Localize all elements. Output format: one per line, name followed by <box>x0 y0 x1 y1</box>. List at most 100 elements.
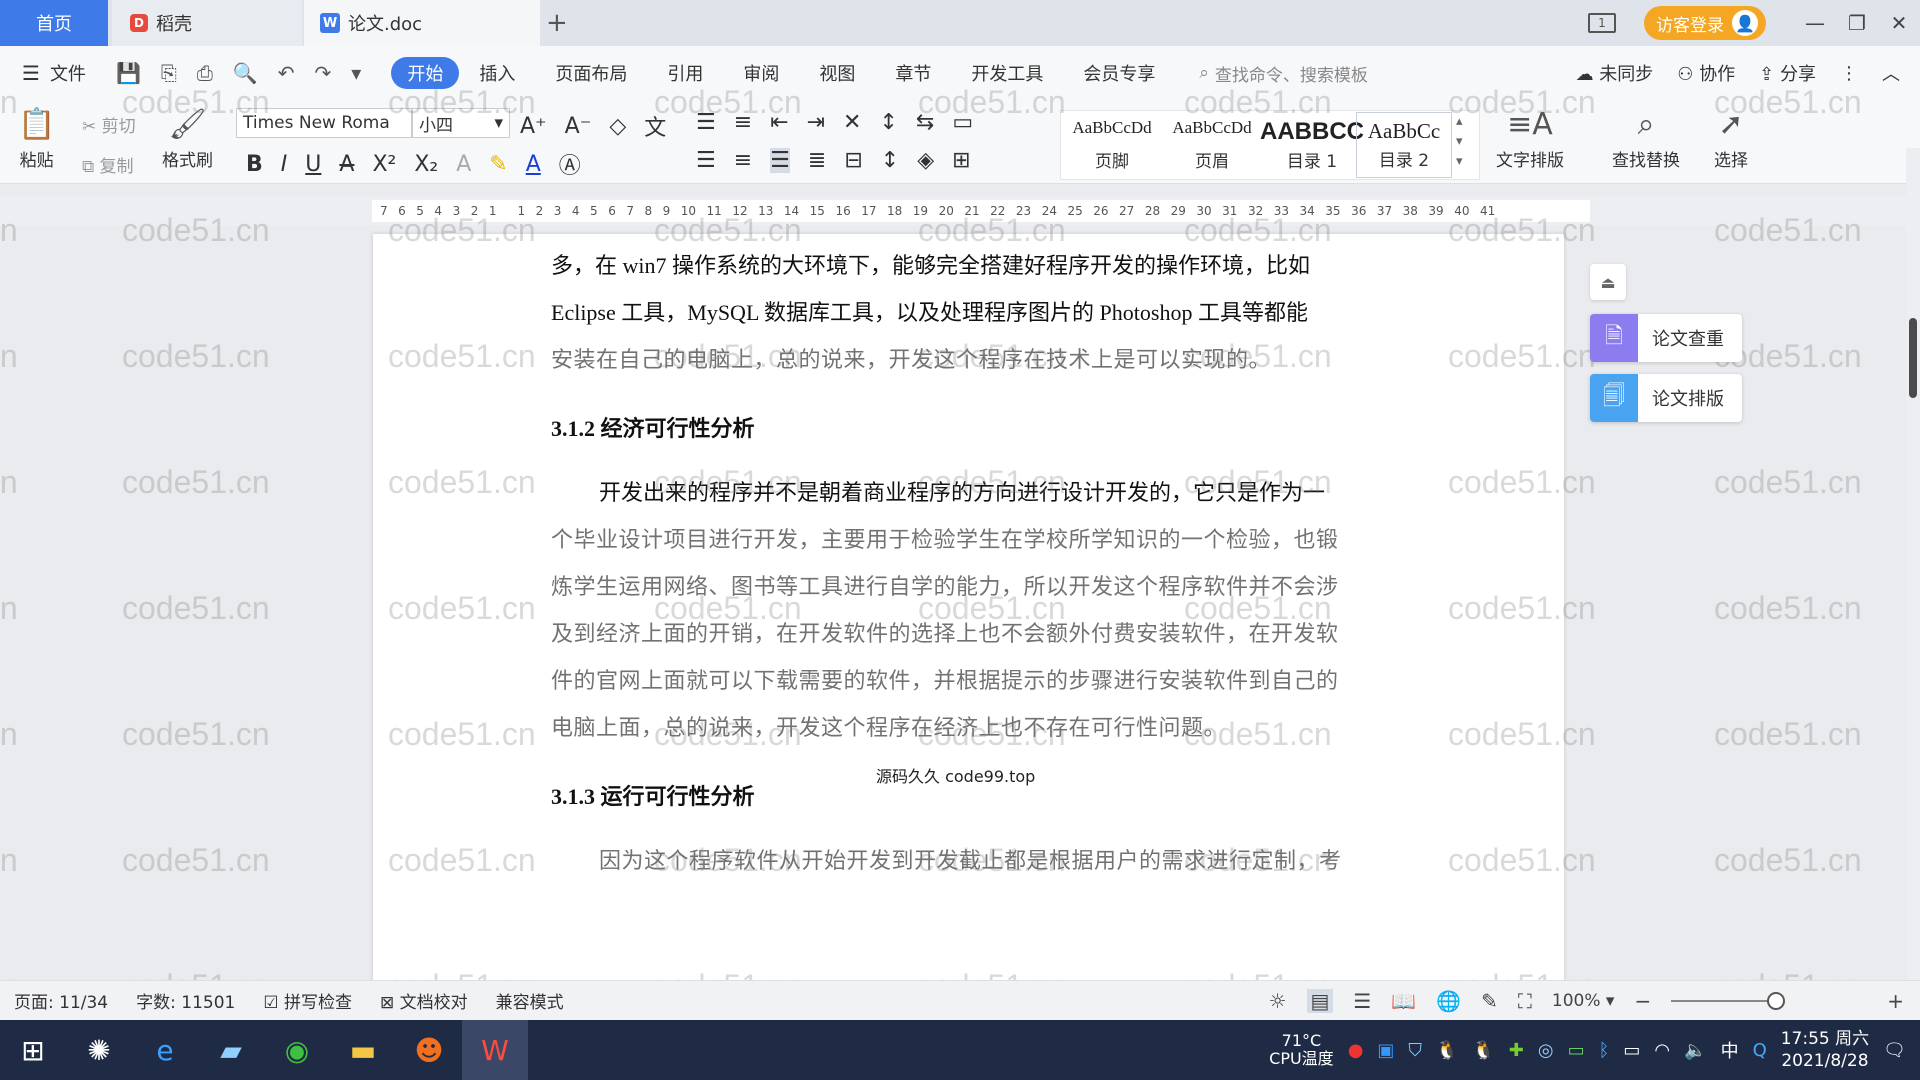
paper-layout-button[interactable]: 🗐 论文排版 <box>1590 374 1742 422</box>
write-mode-icon[interactable]: ✎ <box>1481 989 1498 1013</box>
sync-button[interactable]: ☁ 未同步 <box>1576 60 1654 86</box>
bluetooth-icon[interactable]: ᛒ <box>1599 1040 1610 1061</box>
zoom-out-icon[interactable]: − <box>1634 989 1651 1013</box>
paper-check-button[interactable]: 🗎 论文查重 <box>1590 314 1742 362</box>
internet-explorer-icon[interactable]: e <box>132 1020 198 1080</box>
input-method-indicator[interactable]: 中 <box>1721 1037 1739 1063</box>
format-painter-button[interactable]: 🖌 格式刷 <box>162 108 213 172</box>
zoom-slider-knob[interactable] <box>1767 992 1786 1010</box>
tab-page-layout[interactable]: 页面布局 <box>535 57 647 89</box>
tray-network-app-icon[interactable]: ▣ <box>1377 1040 1394 1061</box>
tray-qq2-icon[interactable]: 🐧 <box>1472 1040 1494 1061</box>
restore-icon[interactable]: ❐ <box>1836 11 1878 35</box>
wifi-icon[interactable]: ◠ <box>1654 1040 1670 1061</box>
tab-member[interactable]: 会员专享 <box>1063 57 1175 89</box>
outline-view-icon[interactable]: ☰ <box>1353 989 1371 1013</box>
clear-format-icon[interactable]: ◇ <box>609 114 626 139</box>
highlight-icon[interactable]: ✎ <box>489 152 507 177</box>
justify-icon[interactable]: ≣ <box>808 148 826 173</box>
minimize-icon[interactable]: — <box>1794 11 1836 35</box>
pinwheel-app-icon[interactable]: ✺ <box>66 1020 132 1080</box>
select-button[interactable]: ➚ 选择 <box>1714 108 1748 172</box>
page-view-icon[interactable]: ▤ <box>1306 989 1334 1013</box>
collaborate-button[interactable]: ⚇ 协作 <box>1677 60 1735 86</box>
file-menu[interactable]: ☰ 文件 <box>0 60 86 86</box>
share-button[interactable]: ⇪ 分享 <box>1759 60 1816 86</box>
tab-daoke[interactable]: D 稻壳 <box>112 0 302 46</box>
volume-icon[interactable]: 🔈 <box>1684 1040 1706 1061</box>
tray-antivirus-icon[interactable]: ● <box>1348 1040 1364 1061</box>
increase-indent-icon[interactable]: ⇥ <box>807 110 825 135</box>
zoom-in-icon[interactable]: + <box>1887 989 1904 1013</box>
phonetic-icon[interactable]: 文 <box>644 110 666 142</box>
font-name-select[interactable]: Times New Roma <box>236 108 412 138</box>
align-center-icon[interactable]: ≡ <box>734 148 752 173</box>
tray-qq-icon[interactable]: 🐧 <box>1436 1040 1458 1061</box>
document-page[interactable]: 多，在 win7 操作系统的大环境下，能够完全搭建好程序开发的操作环境，比如 E… <box>373 234 1564 980</box>
scrollbar-thumb[interactable] <box>1909 318 1917 398</box>
tab-insert[interactable]: 插入 <box>459 57 535 89</box>
tab-view[interactable]: 视图 <box>799 57 875 89</box>
text-effect-icon[interactable]: A <box>456 152 471 177</box>
line-spacing-icon[interactable]: ↕ <box>881 148 899 173</box>
notification-center-icon[interactable]: 🗨 <box>1883 1040 1906 1061</box>
copy-button[interactable]: ⧉ 复制 <box>82 152 134 177</box>
tab-review[interactable]: 审阅 <box>723 57 799 89</box>
font-size-select[interactable]: 小四 ▾ <box>412 108 510 138</box>
notepad-app-icon[interactable]: ▰ <box>198 1020 264 1080</box>
file-explorer-icon[interactable]: ▬ <box>330 1020 396 1080</box>
media-app-icon[interactable]: ☻ <box>396 1020 462 1080</box>
subscript-icon[interactable]: X₂ <box>414 152 438 177</box>
grow-font-icon[interactable]: A⁺ <box>520 114 547 139</box>
char-border-icon[interactable]: Ⓐ <box>559 148 581 180</box>
redo-icon[interactable]: ↷ <box>315 61 332 85</box>
tab-start[interactable]: 开始 <box>391 57 460 89</box>
zoom-slider[interactable] <box>1671 992 1786 1010</box>
browser-360-icon[interactable]: ◉ <box>264 1020 330 1080</box>
borders-icon[interactable]: ⊞ <box>952 148 970 173</box>
style-toc2[interactable]: AaBbCc 目录 2 <box>1356 112 1452 178</box>
command-search[interactable]: ⌕ 查找命令、搜索模板 <box>1199 61 1368 86</box>
tab-references[interactable]: 引用 <box>647 57 723 89</box>
windows-start-icon[interactable]: ⊞ <box>0 1020 66 1080</box>
distributed-icon[interactable]: ⊟ <box>844 148 862 173</box>
print-preview-icon[interactable]: 🔍 <box>233 61 258 85</box>
close-window-icon[interactable]: ✕ <box>1878 11 1920 35</box>
collapse-ribbon-icon[interactable]: ︿ <box>1882 60 1900 86</box>
fit-page-icon[interactable]: ⛶ <box>1518 989 1532 1013</box>
superscript-icon[interactable]: X² <box>372 152 396 177</box>
output-pdf-icon[interactable]: ⎘ <box>161 61 177 85</box>
decrease-indent-icon[interactable]: ⇤ <box>770 110 788 135</box>
align-right-icon[interactable]: ☰ <box>770 148 790 173</box>
italic-icon[interactable]: I <box>281 152 288 177</box>
style-header[interactable]: AaBbCcDd 页眉 <box>1164 112 1260 178</box>
styles-scroll[interactable]: ▴ ▾ ▾ <box>1456 112 1463 172</box>
print-icon[interactable]: ⎙ <box>197 61 213 85</box>
underline-icon[interactable]: U <box>305 152 321 177</box>
battery-icon[interactable]: ▭ <box>1623 1040 1640 1061</box>
tray-plus-icon[interactable]: ✚ <box>1509 1040 1524 1061</box>
bullets-icon[interactable]: ☰ <box>696 110 716 135</box>
panel-collapse-icon[interactable]: ⏏ <box>1590 264 1626 300</box>
search-tray-icon[interactable]: Q <box>1753 1040 1767 1061</box>
guest-login-button[interactable]: 访客登录 👤 <box>1644 6 1766 40</box>
style-footer[interactable]: AaBbCcDd 页脚 <box>1064 112 1160 178</box>
word-count[interactable]: 字数: 11501 <box>136 988 235 1013</box>
tray-app-icon[interactable]: ◎ <box>1538 1040 1554 1061</box>
reading-view-icon[interactable]: 📖 <box>1391 989 1416 1013</box>
tab-document[interactable]: W 论文.doc <box>304 0 540 46</box>
window-layout-icon[interactable]: 1 <box>1588 13 1616 33</box>
proofread-button[interactable]: ⊠ 文档校对 <box>380 988 468 1013</box>
more-options-icon[interactable]: ⋮ <box>1840 63 1858 84</box>
tray-shield-icon[interactable]: ⛉ <box>1408 1040 1422 1061</box>
tab-home[interactable]: 首页 <box>0 0 108 46</box>
find-replace-button[interactable]: ⌕ 查找替换 <box>1612 108 1680 172</box>
align-left-icon[interactable]: ☰ <box>696 148 716 173</box>
new-tab-plus-icon[interactable]: + <box>546 8 568 38</box>
horizontal-ruler[interactable]: 7 6 5 4 3 2 1 1 2 3 4 5 6 7 8 9 10 11 12 13 14 15 16 17 18 19 20 21… <box>0 196 1920 226</box>
bold-icon[interactable]: B <box>246 152 263 177</box>
spell-check-button[interactable]: ☑ 拼写检查 <box>263 988 352 1013</box>
wps-office-icon[interactable]: W <box>462 1020 528 1080</box>
tab-developer[interactable]: 开发工具 <box>951 57 1063 89</box>
eye-protection-icon[interactable]: ☼ <box>1269 989 1287 1013</box>
